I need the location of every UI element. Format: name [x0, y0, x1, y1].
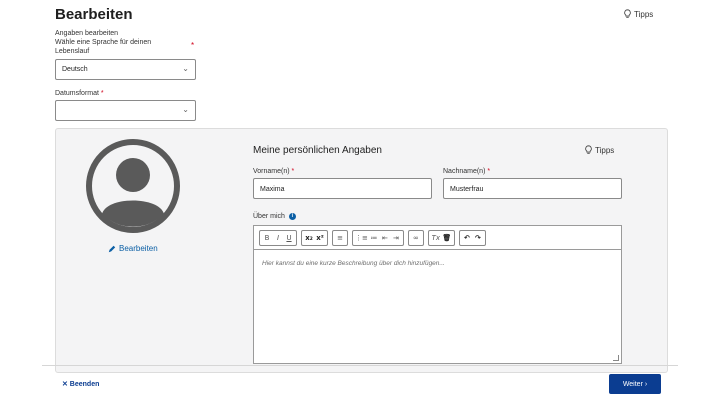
date-format-select[interactable]: ⌄: [55, 100, 196, 121]
date-format-label: Datumsformat *: [55, 90, 104, 97]
info-icon[interactable]: i: [288, 213, 296, 220]
subscript-button[interactable]: x₂: [304, 231, 314, 245]
script-group: x₂ x²: [301, 229, 328, 246]
footer-divider: [42, 365, 678, 366]
align-group: ≡: [332, 229, 348, 246]
language-label: Wähle eine Sprache für deinen Lebenslauf: [55, 39, 152, 55]
pencil-icon: [108, 245, 116, 252]
editor-toolbar: B I U x₂ x² ≡ ⋮≡ ≔ ⇤ ⇥ ∞ Tx 🗑 ↶ ↷: [253, 225, 622, 249]
language-select-value: Deutsch: [62, 66, 88, 73]
redo-button[interactable]: ↷: [473, 231, 483, 245]
history-group: ↶ ↷: [458, 229, 486, 246]
chevron-down-icon: ⌄: [182, 64, 189, 73]
tips-label: Tipps: [634, 9, 654, 19]
lightbulb-icon: [624, 9, 631, 18]
about-me-placeholder: Hier kannst du eine kurze Beschreibung ü…: [262, 260, 445, 267]
section-label: Angaben bearbeiten: [55, 30, 119, 37]
language-required-mark: *: [191, 41, 195, 50]
list-group: ⋮≡ ≔ ⇤ ⇥: [352, 229, 404, 246]
bold-button[interactable]: B: [262, 231, 272, 245]
tips-label: Tipps: [595, 145, 615, 155]
about-me-editor[interactable]: Hier kannst du eine kurze Beschreibung ü…: [253, 249, 622, 364]
unordered-list-button[interactable]: ≔: [369, 231, 379, 245]
ordered-list-button[interactable]: ⋮≡: [355, 231, 368, 245]
link-group: ∞: [407, 229, 424, 246]
italic-button[interactable]: I: [273, 231, 283, 245]
align-button[interactable]: ≡: [335, 231, 345, 245]
delete-button[interactable]: 🗑: [442, 231, 452, 245]
tips-button-top[interactable]: Tipps: [623, 9, 653, 19]
next-button[interactable]: Weiter ›: [609, 374, 661, 394]
indent-button[interactable]: ⇥: [391, 231, 401, 245]
resize-handle-icon[interactable]: [613, 355, 619, 361]
clear-group: Tx 🗑: [427, 229, 455, 246]
last-name-field[interactable]: Musterfrau: [443, 178, 622, 199]
lightbulb-icon: [585, 145, 592, 154]
avatar[interactable]: [85, 138, 181, 234]
tips-button-panel[interactable]: Tipps: [584, 145, 614, 155]
page-title: Bearbeiten: [55, 6, 133, 23]
outdent-button[interactable]: ⇤: [380, 231, 390, 245]
undo-button[interactable]: ↶: [462, 231, 472, 245]
edit-photo-link[interactable]: Bearbeiten: [108, 244, 158, 253]
first-name-field[interactable]: Maxima: [253, 178, 432, 199]
underline-button[interactable]: U: [284, 231, 294, 245]
chevron-down-icon: ⌄: [182, 105, 189, 114]
first-name-label: Vorname(n) *: [253, 168, 295, 175]
superscript-button[interactable]: x²: [315, 231, 325, 245]
personal-details-title: Meine persönlichen Angaben: [253, 145, 382, 156]
link-button[interactable]: ∞: [411, 231, 421, 245]
last-name-label: Nachname(n) *: [443, 168, 491, 175]
language-select[interactable]: Deutsch ⌄: [55, 59, 196, 80]
format-group: B I U: [259, 229, 297, 246]
edit-photo-label: Bearbeiten: [119, 244, 158, 253]
clear-format-button[interactable]: Tx: [431, 231, 441, 245]
about-me-label: Über mich i: [253, 213, 296, 220]
